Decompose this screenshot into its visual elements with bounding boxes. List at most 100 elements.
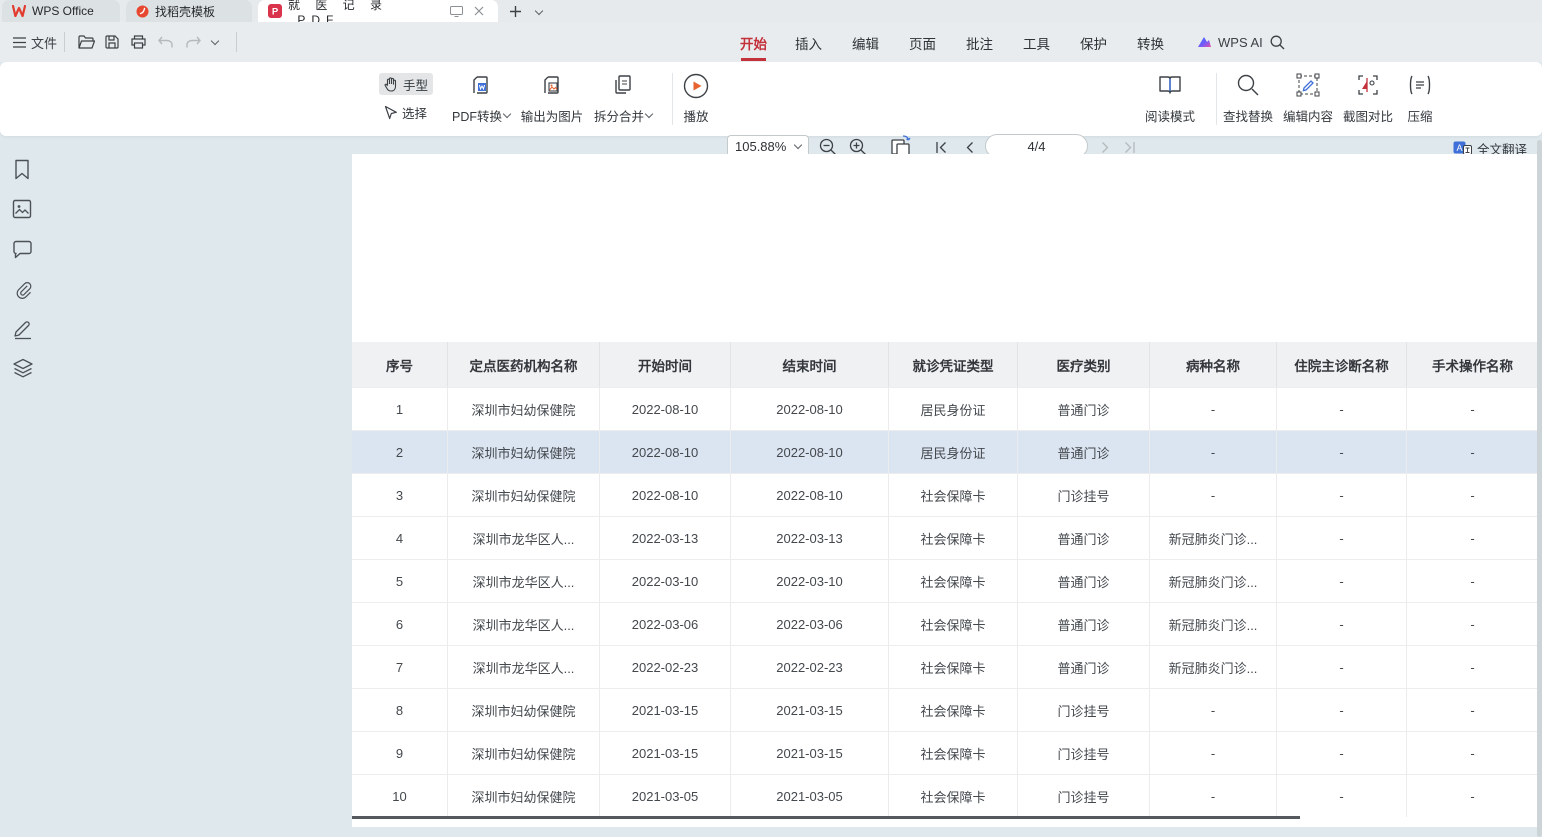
hand-tool-button[interactable]: 手型 [379,73,433,95]
column-header: 序号 [352,342,448,387]
vertical-scrollbar[interactable] [1537,140,1542,837]
table-cell: 5 [352,560,448,602]
export-image-button[interactable]: 输出为图片 [519,73,585,125]
table-cell: - [1277,474,1407,516]
table-cell: 2022-08-10 [600,388,731,430]
table-cell: 2022-08-10 [600,474,731,516]
new-tab-icon[interactable] [506,2,524,20]
read-mode-button[interactable]: 阅读模式 [1141,73,1199,125]
wps-ai-button[interactable]: WPS AI [1196,31,1263,53]
table-row[interactable]: 9深圳市妇幼保健院2021-03-152021-03-15社会保障卡门诊挂号--… [352,731,1538,774]
table-cell: 社会保障卡 [889,732,1018,774]
pdf-convert-label: PDF转换 [452,106,502,125]
table-cell: 2022-03-10 [731,560,889,602]
tab-document-pdf[interactable]: P 就 医 记 录 .PDF [258,0,498,22]
table-cell: - [1407,388,1538,430]
menu-tab-4[interactable]: 批注 [966,33,993,53]
table-cell: - [1277,560,1407,602]
table-cell: - [1277,732,1407,774]
table-cell: 深圳市妇幼保健院 [448,388,600,430]
open-file-icon[interactable] [78,31,95,53]
table-cell: - [1277,775,1407,817]
table-row[interactable]: 3深圳市妇幼保健院2022-08-102022-08-10社会保障卡门诊挂号--… [352,473,1538,516]
menu-search-icon[interactable] [1270,31,1285,53]
table-cell: 居民身份证 [889,388,1018,430]
table-cell: 2022-02-23 [600,646,731,688]
tab-list-chevron-icon[interactable] [530,3,548,21]
wps-ai-label: WPS AI [1218,35,1263,50]
bookmarks-panel-icon[interactable] [12,159,34,181]
table-cell: - [1277,603,1407,645]
table-cell: 2022-03-06 [731,603,889,645]
table-cell: 普通门诊 [1018,388,1150,430]
edit-content-button[interactable]: 编辑内容 [1279,73,1337,125]
select-tool-button[interactable]: 选择 [379,101,432,123]
table-cell: 深圳市龙华区人... [448,603,600,645]
table-cell: 2022-08-10 [731,431,889,473]
table-row[interactable]: 2深圳市妇幼保健院2022-08-102022-08-10居民身份证普通门诊--… [352,430,1538,473]
window-tab-bar: WPS Office 找稻壳模板 P 就 医 记 录 .PDF [0,0,1542,22]
menu-tab-1[interactable]: 插入 [795,33,822,53]
table-cell: 社会保障卡 [889,474,1018,516]
find-replace-button[interactable]: 查找替换 [1219,73,1277,125]
thumbnails-panel-icon[interactable] [12,199,34,221]
table-cell: 社会保障卡 [889,560,1018,602]
file-menu-button[interactable]: 文件 [13,31,57,53]
svg-text:P: P [272,7,279,18]
menu-tab-0[interactable]: 开始 [740,33,767,53]
print-icon[interactable] [131,31,146,53]
table-row[interactable]: 6深圳市龙华区人...2022-03-062022-03-06社会保障卡普通门诊… [352,602,1538,645]
tab-docer-templates[interactable]: 找稻壳模板 [126,0,252,22]
pdf-convert-button[interactable]: PDF转换 [446,73,516,125]
close-icon[interactable] [471,2,488,20]
menu-tab-6[interactable]: 保护 [1080,33,1107,53]
quickbar-chevron-icon[interactable] [212,31,218,53]
table-cell: - [1277,646,1407,688]
menu-tab-7[interactable]: 转换 [1137,33,1164,53]
menu-tab-5[interactable]: 工具 [1023,33,1050,53]
table-cell: 社会保障卡 [889,603,1018,645]
menu-tab-3[interactable]: 页面 [909,33,936,53]
redo-icon[interactable] [186,31,201,53]
column-header: 定点医药机构名称 [448,342,600,387]
monitor-icon[interactable] [448,2,465,20]
column-header: 开始时间 [600,342,731,387]
menu-tab-2[interactable]: 编辑 [852,33,879,53]
save-icon[interactable] [105,31,119,53]
table-row[interactable]: 10深圳市妇幼保健院2021-03-052021-03-05社会保障卡门诊挂号-… [352,774,1538,817]
column-header: 住院主诊断名称 [1277,342,1407,387]
wps-ai-logo-icon [1196,35,1213,49]
layers-panel-icon[interactable] [12,358,34,380]
table-cell: 门诊挂号 [1018,775,1150,817]
table-row[interactable]: 7深圳市龙华区人...2022-02-232022-02-23社会保障卡普通门诊… [352,645,1538,688]
tab-wps-home[interactable]: WPS Office [2,0,120,22]
table-cell: 2021-03-05 [731,775,889,817]
attachments-panel-icon[interactable] [12,279,34,301]
table-row[interactable]: 4深圳市龙华区人...2022-03-132022-03-13社会保障卡普通门诊… [352,516,1538,559]
table-cell: - [1407,517,1538,559]
table-cell: 普通门诊 [1018,646,1150,688]
table-cell: 1 [352,388,448,430]
pdf-convert-icon [469,73,493,97]
compress-button[interactable]: 压缩 [1399,73,1441,125]
table-row[interactable]: 8深圳市妇幼保健院2021-03-152021-03-15社会保障卡门诊挂号--… [352,688,1538,731]
column-header: 结束时间 [731,342,889,387]
book-icon [1157,73,1183,97]
column-header: 病种名称 [1150,342,1277,387]
wps-pdf-window: { "tabs": { "home": { "label": "WPS Offi… [0,0,1542,837]
screenshot-compare-button[interactable]: 截图对比 [1339,73,1397,125]
undo-icon[interactable] [158,31,173,53]
table-cell: 3 [352,474,448,516]
table-cell: - [1277,388,1407,430]
table-row[interactable]: 5深圳市龙华区人...2022-03-102022-03-10社会保障卡普通门诊… [352,559,1538,602]
table-cell: - [1150,732,1277,774]
table-row[interactable]: 1深圳市妇幼保健院2022-08-102022-08-10居民身份证普通门诊--… [352,387,1538,430]
play-button[interactable]: 播放 [675,73,717,125]
table-cell: 6 [352,603,448,645]
hand-tool-label: 手型 [403,75,428,94]
table-cell: 2021-03-15 [731,689,889,731]
table-cell: 普通门诊 [1018,560,1150,602]
comments-panel-icon[interactable] [12,240,34,262]
split-merge-button[interactable]: 拆分合并 [588,73,658,125]
signature-panel-icon[interactable] [12,318,34,340]
